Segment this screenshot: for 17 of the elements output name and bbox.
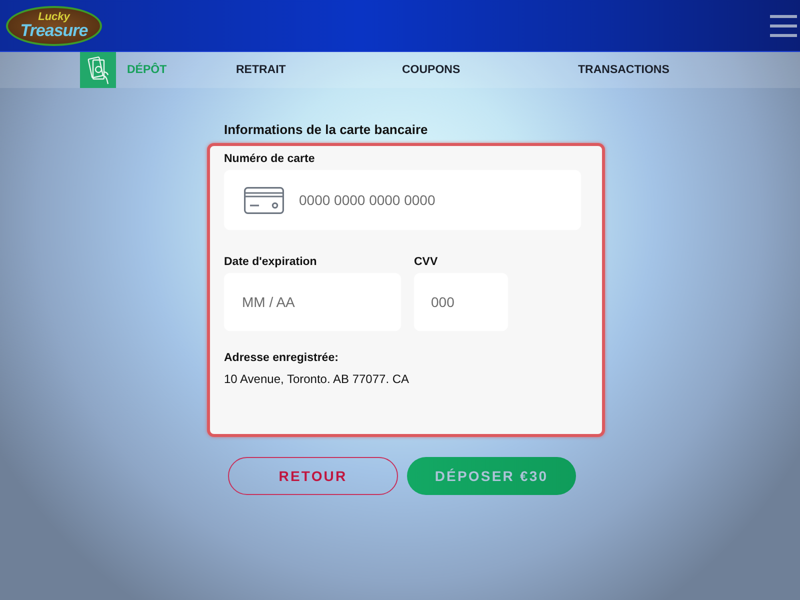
tab[interactable]: COUPONS [402,52,460,88]
menu-icon[interactable] [770,14,797,36]
expiry-date-field[interactable]: MM / AA [224,273,401,331]
field-label: Numéro de carte [224,152,315,166]
back-button[interactable]: RETOUR [228,457,398,495]
section-title: Informations de la carte bancaire [224,122,429,137]
cash-hand-icon [80,52,116,88]
card-number-field[interactable]: 0000 0000 0000 0000 [224,170,581,230]
credit-card-icon [244,187,284,214]
address-text: 10 Avenue, Toronto. AB 77077. CA [224,372,410,386]
address-label: Adresse enregistrée: [224,351,338,365]
field-label: Date d'expiration [224,255,317,269]
tab[interactable]: TRANSACTIONS [578,52,670,88]
tab[interactable]: RETRAIT [236,52,286,88]
logo[interactable]: Lucky Treasure [6,6,102,46]
field-label: CVV [414,255,438,269]
cvv-field[interactable]: 000 [414,273,508,331]
